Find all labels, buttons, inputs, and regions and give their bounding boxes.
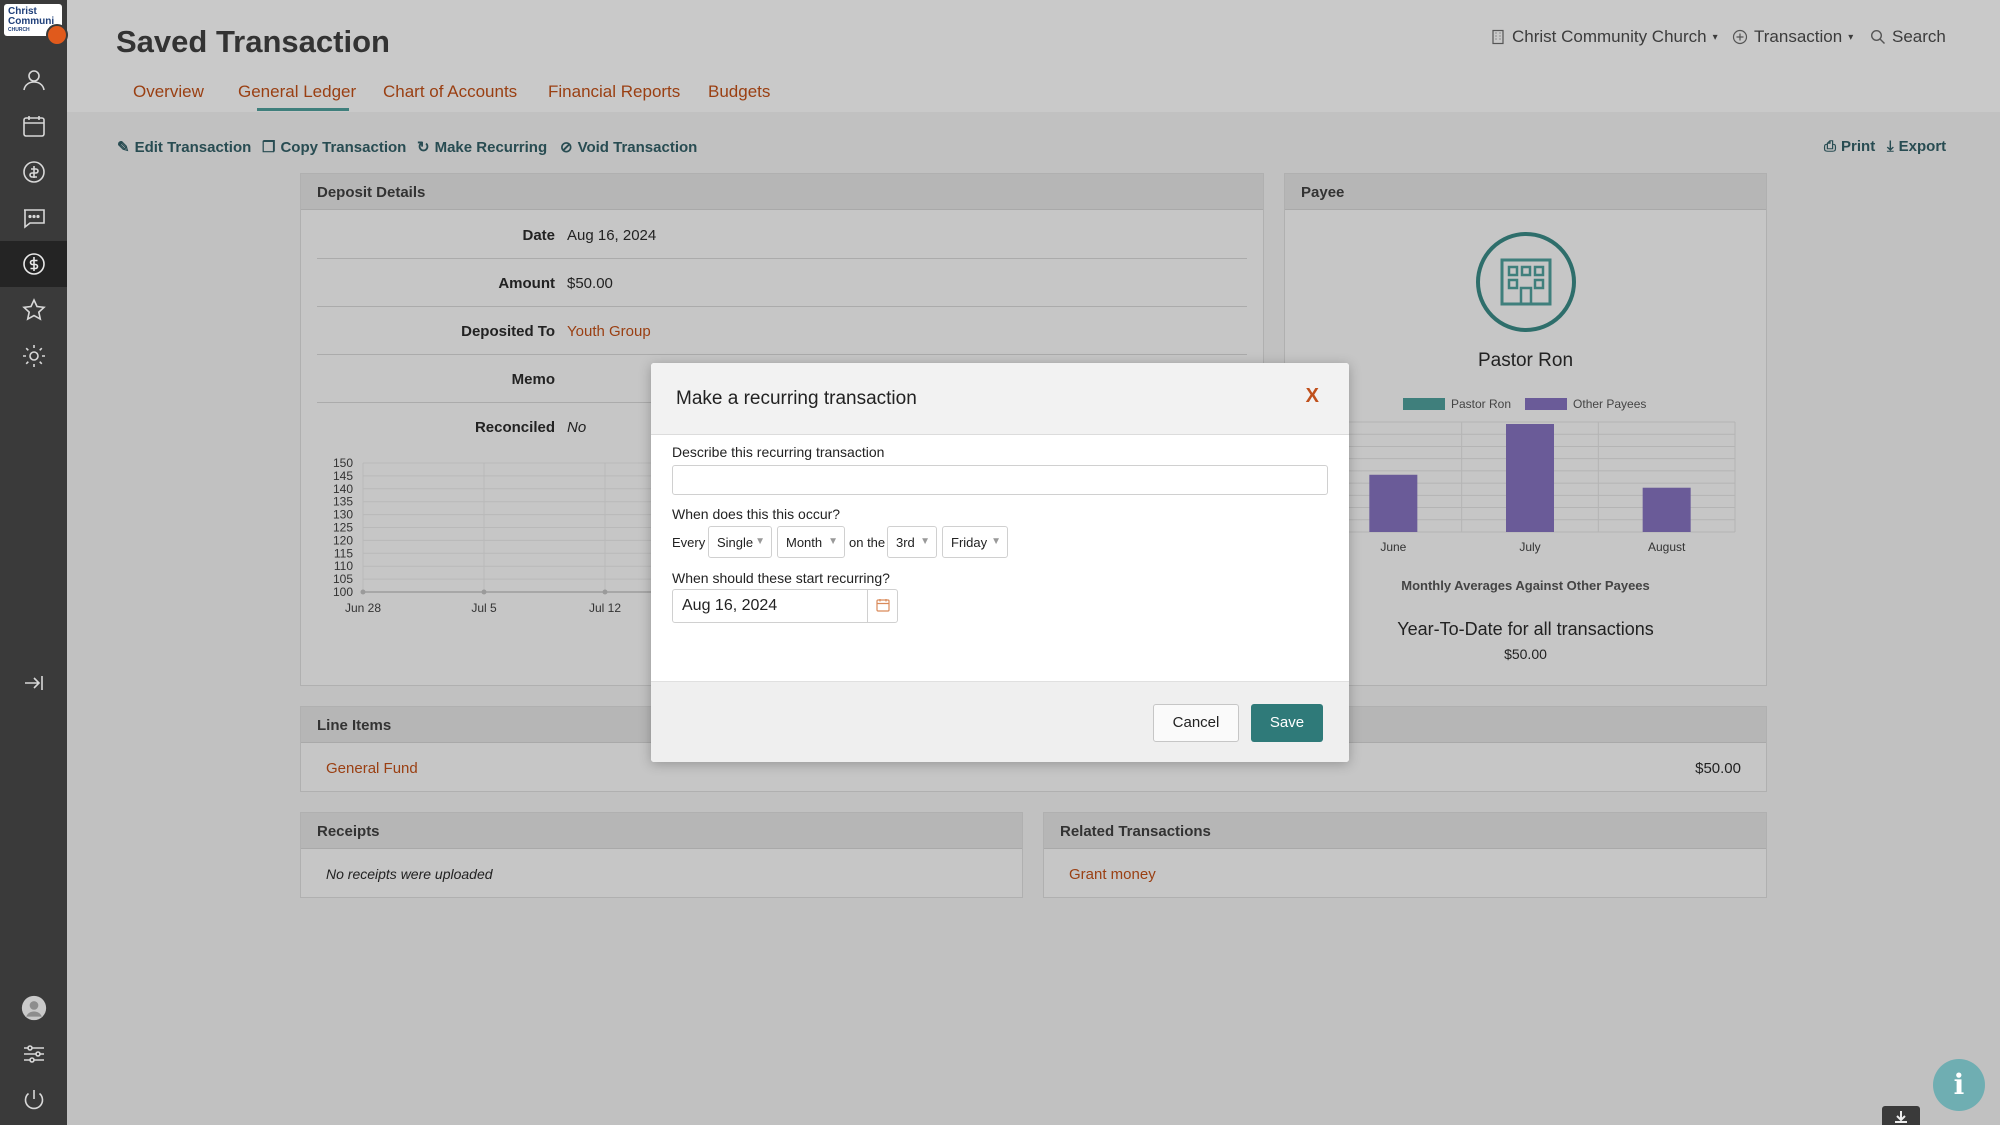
on-the-label: on the (849, 535, 886, 550)
dialog-footer: Cancel Save (651, 681, 1349, 762)
frequency-select[interactable]: Single ▼ (708, 526, 772, 558)
save-button[interactable]: Save (1251, 704, 1323, 742)
start-date-field[interactable]: Aug 16, 2024 (672, 589, 898, 623)
weekday-value: Friday (951, 535, 988, 550)
period-select[interactable]: Month ▼ (777, 526, 845, 558)
caret-down-icon: ▼ (755, 536, 765, 547)
recurring-transaction-dialog: Make a recurring transaction X Describe … (651, 363, 1349, 762)
describe-label: Describe this recurring transaction (672, 444, 885, 460)
period-value: Month (786, 535, 823, 550)
weekday-select[interactable]: Friday ▼ (942, 526, 1008, 558)
start-date-value: Aug 16, 2024 (682, 597, 778, 614)
dialog-title: Make a recurring transaction (676, 388, 917, 409)
cancel-button[interactable]: Cancel (1153, 704, 1239, 742)
calendar-icon[interactable] (876, 598, 890, 617)
caret-down-icon: ▼ (991, 536, 1001, 547)
close-icon[interactable]: X (1306, 385, 1319, 408)
occurrence-label: When does this this occur? (672, 506, 841, 522)
frequency-value: Single (717, 535, 754, 550)
ordinal-value: 3rd (896, 535, 915, 550)
date-field-divider (867, 590, 868, 622)
caret-down-icon: ▼ (920, 536, 930, 547)
caret-down-icon: ▼ (828, 536, 838, 547)
description-input[interactable] (672, 465, 1328, 495)
ordinal-select[interactable]: 3rd ▼ (887, 526, 937, 558)
start-date-label: When should these start recurring? (672, 570, 890, 586)
dialog-header: Make a recurring transaction X (651, 363, 1349, 435)
every-label: Every (672, 535, 706, 550)
